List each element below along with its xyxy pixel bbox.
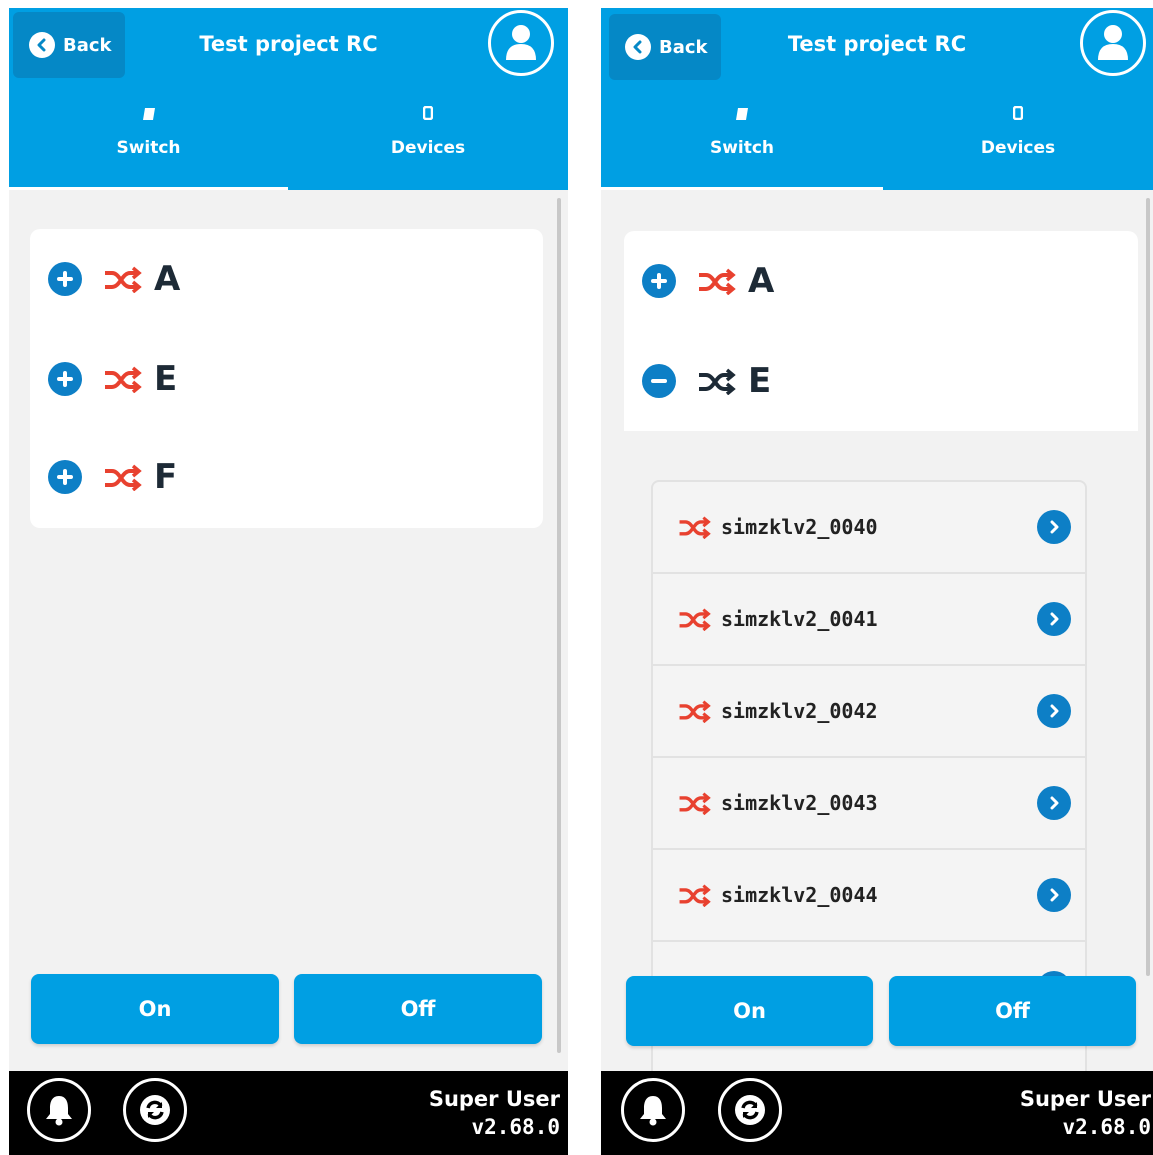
chevron-right-icon[interactable] [1037,694,1071,728]
shuffle-icon [679,608,711,631]
device-name: simzklv2_0040 [721,515,878,539]
app-version: v2.68.0 [1062,1115,1151,1139]
tab-label: Switch [709,138,775,158]
user-avatar-button[interactable] [1080,10,1146,76]
shuffle-icon [102,463,142,491]
on-button[interactable]: On [626,976,873,1046]
group-label: A [154,259,181,299]
on-button[interactable]: On [31,974,279,1044]
group-item-a[interactable]: A [642,261,774,301]
chevron-right-icon[interactable] [1037,602,1071,636]
group-item-f[interactable]: F [48,457,177,497]
device-row[interactable]: simzklv2_0041 [653,574,1085,666]
app-header: Back Test project RC Switch Devices [9,8,568,190]
app-version: v2.68.0 [471,1115,560,1139]
bell-icon [640,1096,666,1126]
group-label: A [748,261,775,301]
off-button[interactable]: Off [294,974,542,1044]
group-item-a[interactable]: A [48,259,180,299]
plus-circle-icon[interactable] [48,362,82,396]
device-name: simzklv2_0041 [721,607,878,631]
device-row[interactable]: simzklv2_0042 [653,666,1085,758]
scrollbar[interactable] [1146,198,1150,976]
shuffle-icon [696,367,736,395]
device-row[interactable]: simzklv2_0040 [653,482,1085,574]
tab-switch[interactable]: Switch [601,106,883,190]
page-title: Test project RC [199,32,378,56]
notifications-button[interactable] [27,1078,91,1142]
right-screen: Back Test project RC Switch Devices A E … [601,8,1153,1155]
tab-label: Devices [390,138,466,158]
group-item-e[interactable]: E [642,361,771,401]
off-button[interactable]: Off [889,976,1136,1046]
switch-icon [9,106,288,126]
plus-circle-icon[interactable] [48,262,82,296]
device-row[interactable]: simzklv2_0044 [653,850,1085,942]
devices-icon [883,105,1153,126]
refresh-button[interactable] [123,1078,187,1142]
shuffle-icon [102,365,142,393]
device-name: simzklv2_0042 [721,699,878,723]
refresh-button[interactable] [718,1078,782,1142]
group-label: F [154,457,178,497]
group-list: A E [624,231,1138,431]
bell-icon [46,1096,72,1126]
device-row[interactable]: simzklv2_0043 [653,758,1085,850]
plus-circle-icon[interactable] [642,264,676,298]
app-header: Back Test project RC Switch Devices [601,8,1153,190]
tab-switch[interactable]: Switch [9,106,288,190]
refresh-icon [140,1095,170,1125]
refresh-icon [735,1095,765,1125]
devices-icon [288,105,568,126]
chevron-right-icon[interactable] [1037,786,1071,820]
footer-bar: Super User v2.68.0 [601,1071,1153,1155]
user-name: Super User [1019,1087,1151,1111]
minus-circle-icon[interactable] [642,364,676,398]
user-name: Super User [428,1087,560,1111]
group-item-e[interactable]: E [48,359,177,399]
chevron-right-icon[interactable] [1037,510,1071,544]
user-info: Super User v2.68.0 [429,1085,560,1141]
footer-bar: Super User v2.68.0 [9,1071,568,1155]
shuffle-icon [679,792,711,815]
user-info: Super User v2.68.0 [1020,1085,1151,1141]
shuffle-icon [679,700,711,723]
shuffle-icon [679,884,711,907]
tab-devices[interactable]: Devices [883,105,1153,190]
device-name: simzklv2_0043 [721,791,878,815]
shuffle-icon [696,267,736,295]
active-tab-indicator [601,187,883,190]
tab-devices[interactable]: Devices [288,105,568,190]
group-label: E [748,361,772,401]
user-icon [1098,25,1128,60]
group-label: E [154,359,178,399]
notifications-button[interactable] [621,1078,685,1142]
plus-circle-icon[interactable] [48,460,82,494]
shuffle-icon [102,265,142,293]
tab-label: Switch [116,138,181,158]
chevron-right-icon[interactable] [1037,878,1071,912]
page-title: Test project RC [787,32,967,56]
shuffle-icon [679,516,711,539]
tab-label: Devices [980,138,1056,158]
user-icon [506,25,536,60]
switch-icon [601,106,883,126]
left-screen: Back Test project RC Switch Devices A E … [9,8,568,1155]
active-tab-indicator [9,187,288,190]
device-name: simzklv2_0044 [721,883,878,907]
user-avatar-button[interactable] [488,10,554,76]
scrollbar[interactable] [557,198,561,1053]
group-list: A E F [30,229,543,528]
